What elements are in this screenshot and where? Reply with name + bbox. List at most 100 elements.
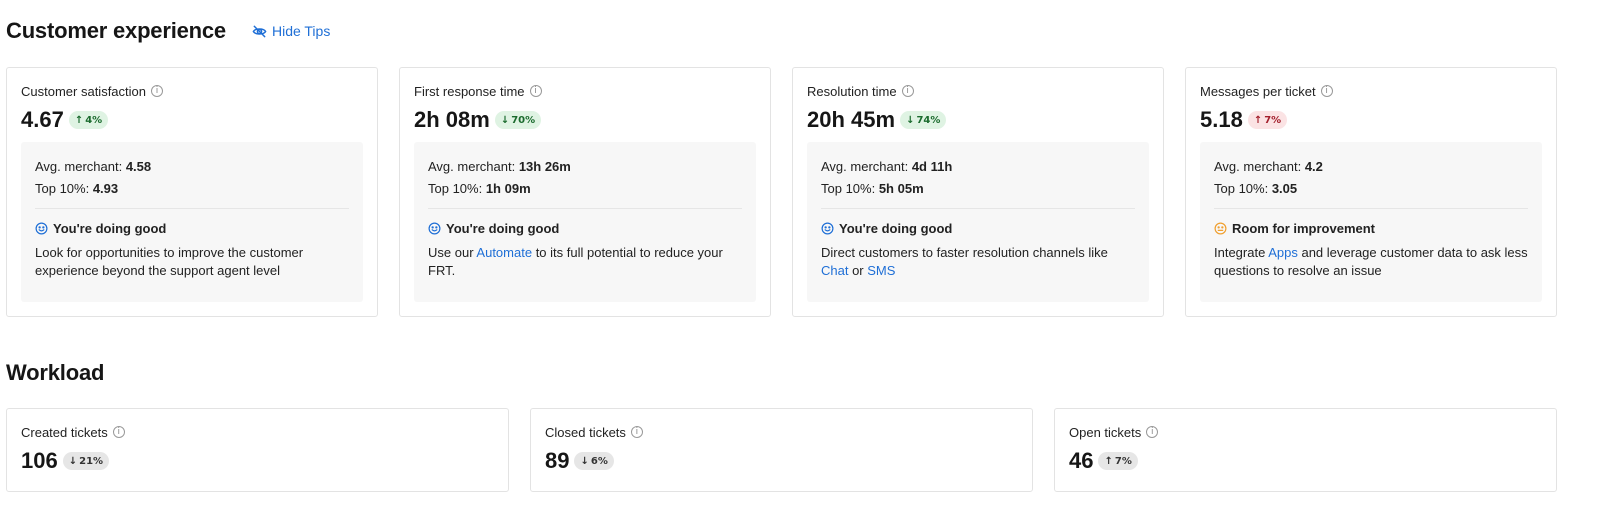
tip-box: Avg. merchant: 4.2 Top 10%: 3.05 Room fo… — [1200, 142, 1542, 302]
benchmark-top: Top 10%: 4.93 — [35, 181, 119, 196]
metric-value: 4.67 — [21, 107, 64, 132]
divider — [428, 208, 742, 209]
sms-link[interactable]: SMS — [867, 263, 895, 278]
change-badge: ↑ 7% — [1098, 452, 1138, 470]
metric-card-messages-per-ticket: Messages per ticket i 5.18 ↑ 7% Avg. mer… — [1185, 67, 1557, 317]
info-icon[interactable]: i — [630, 426, 643, 438]
metric-label-text: Closed tickets — [545, 424, 626, 440]
status: You're doing good — [35, 221, 349, 236]
neutral-face-icon — [1214, 222, 1227, 235]
metric-label: Created tickets i — [21, 423, 494, 441]
info-icon[interactable]: i — [1146, 426, 1159, 438]
tip-text: Integrate Apps and leverage customer dat… — [1214, 245, 1528, 278]
metric-value: 89 — [545, 448, 570, 473]
divider — [35, 208, 349, 209]
metric-card-first-response-time: First response time i 2h 08m ↓ 70% Avg. … — [399, 67, 771, 317]
info-icon[interactable]: i — [529, 85, 542, 97]
eye-off-icon — [252, 25, 267, 37]
customer-experience-cards: Customer satisfaction i 4.67 ↑ 4% Avg. m… — [6, 67, 1557, 317]
change-badge: ↑ 4% — [68, 111, 109, 129]
change-badge-text: 6% — [590, 455, 608, 467]
tip-text: Look for opportunities to improve the cu… — [35, 245, 304, 278]
arrow-down-icon: ↓ — [500, 114, 510, 126]
metric-label-text: First response time — [414, 83, 525, 99]
metric-card-closed-tickets: Closed tickets i 89 ↓ 6% — [530, 408, 1033, 492]
arrow-up-icon: ↑ — [1253, 114, 1263, 126]
change-badge: ↑ 7% — [1247, 111, 1288, 129]
arrow-down-icon: ↓ — [906, 114, 915, 126]
metric-value: 46 — [1069, 448, 1094, 473]
status-text: Room for improvement — [1232, 221, 1376, 236]
section-title-workload: Workload — [6, 360, 105, 385]
metric-label-text: Resolution time — [807, 83, 897, 99]
benchmark-top: Top 10%: 3.05 — [1214, 181, 1298, 196]
change-badge: ↓ 21% — [62, 452, 110, 470]
arrow-up-icon: ↑ — [74, 114, 84, 126]
metric-card-open-tickets: Open tickets i 46 ↑ 7% — [1054, 408, 1557, 492]
smiley-icon — [35, 222, 48, 235]
benchmark-avg: Avg. merchant: 4.58 — [35, 159, 152, 174]
arrow-up-icon: ↑ — [1104, 455, 1113, 467]
metric-card-customer-satisfaction: Customer satisfaction i 4.67 ↑ 4% Avg. m… — [6, 67, 378, 317]
arrow-down-icon: ↓ — [68, 455, 78, 467]
metric-value: 5.18 — [1200, 107, 1243, 132]
metric-label: Messages per ticket i — [1200, 82, 1542, 100]
status: You're doing good — [428, 221, 742, 236]
metric-label: Closed tickets i — [545, 423, 1018, 441]
benchmark-top: Top 10%: 5h 05m — [821, 181, 924, 196]
info-icon[interactable]: i — [901, 85, 914, 97]
smiley-icon — [428, 222, 441, 235]
info-icon[interactable]: i — [1320, 85, 1333, 97]
arrow-down-icon: ↓ — [580, 455, 589, 467]
status-text: You're doing good — [446, 221, 560, 236]
metric-label: Resolution time i — [807, 82, 1149, 100]
status: You're doing good — [821, 221, 1135, 236]
metric-label-text: Customer satisfaction — [21, 83, 146, 99]
benchmark-avg: Avg. merchant: 13h 26m — [428, 159, 571, 174]
metric-label: First response time i — [414, 82, 756, 100]
benchmark-avg: Avg. merchant: 4d 11h — [821, 159, 953, 174]
metric-label: Open tickets i — [1069, 423, 1542, 441]
workload-header: Workload — [6, 360, 104, 386]
section-title-customer-experience: Customer experience — [6, 18, 226, 43]
tip-text: Use our Automate to its full potential t… — [428, 245, 723, 278]
tip-box: Avg. merchant: 4d 11h Top 10%: 5h 05m Yo… — [807, 142, 1149, 302]
metric-card-created-tickets: Created tickets i 106 ↓ 21% — [6, 408, 509, 492]
status-text: You're doing good — [53, 221, 167, 236]
tip-box: Avg. merchant: 13h 26m Top 10%: 1h 09m Y… — [414, 142, 756, 302]
hide-tips-label: Hide Tips — [271, 23, 331, 39]
change-badge: ↓ 74% — [900, 111, 947, 129]
workload-cards: Created tickets i 106 ↓ 21% Closed ticke… — [6, 408, 1557, 492]
info-icon[interactable]: i — [151, 85, 163, 97]
metric-card-resolution-time: Resolution time i 20h 45m ↓ 74% Avg. mer… — [792, 67, 1164, 317]
customer-experience-header: Customer experience Hide Tips — [6, 18, 330, 44]
change-badge-text: 7% — [1264, 114, 1282, 126]
metric-label-text: Messages per ticket — [1200, 83, 1316, 99]
tip-box: Avg. merchant: 4.58 Top 10%: 4.93 You're… — [21, 142, 363, 302]
metric-label: Customer satisfaction i — [21, 82, 363, 100]
change-badge: ↓ 70% — [494, 111, 542, 129]
divider — [1214, 208, 1528, 209]
metric-label-text: Open tickets — [1069, 424, 1142, 440]
change-badge-text: 21% — [79, 455, 104, 467]
smiley-icon — [821, 222, 834, 235]
status-text: You're doing good — [839, 221, 953, 236]
divider — [821, 208, 1135, 209]
info-icon[interactable]: i — [112, 426, 125, 438]
hide-tips-button[interactable]: Hide Tips — [252, 23, 330, 39]
metric-value: 2h 08m — [414, 107, 490, 132]
chat-link[interactable]: Chat — [821, 263, 848, 278]
tip-text: Direct customers to faster resolution ch… — [821, 245, 1108, 278]
change-badge-text: 4% — [85, 114, 103, 126]
change-badge-text: 70% — [511, 114, 536, 126]
metric-label-text: Created tickets — [21, 424, 108, 440]
change-badge: ↓ 6% — [574, 452, 614, 470]
metric-value: 106 — [21, 448, 58, 473]
automate-link[interactable]: Automate — [476, 245, 532, 260]
benchmark-avg: Avg. merchant: 4.2 — [1214, 159, 1323, 174]
change-badge-text: 7% — [1114, 455, 1132, 467]
apps-link[interactable]: Apps — [1268, 245, 1298, 260]
benchmark-top: Top 10%: 1h 09m — [428, 181, 531, 196]
change-badge-text: 74% — [916, 114, 941, 126]
status: Room for improvement — [1214, 221, 1528, 236]
